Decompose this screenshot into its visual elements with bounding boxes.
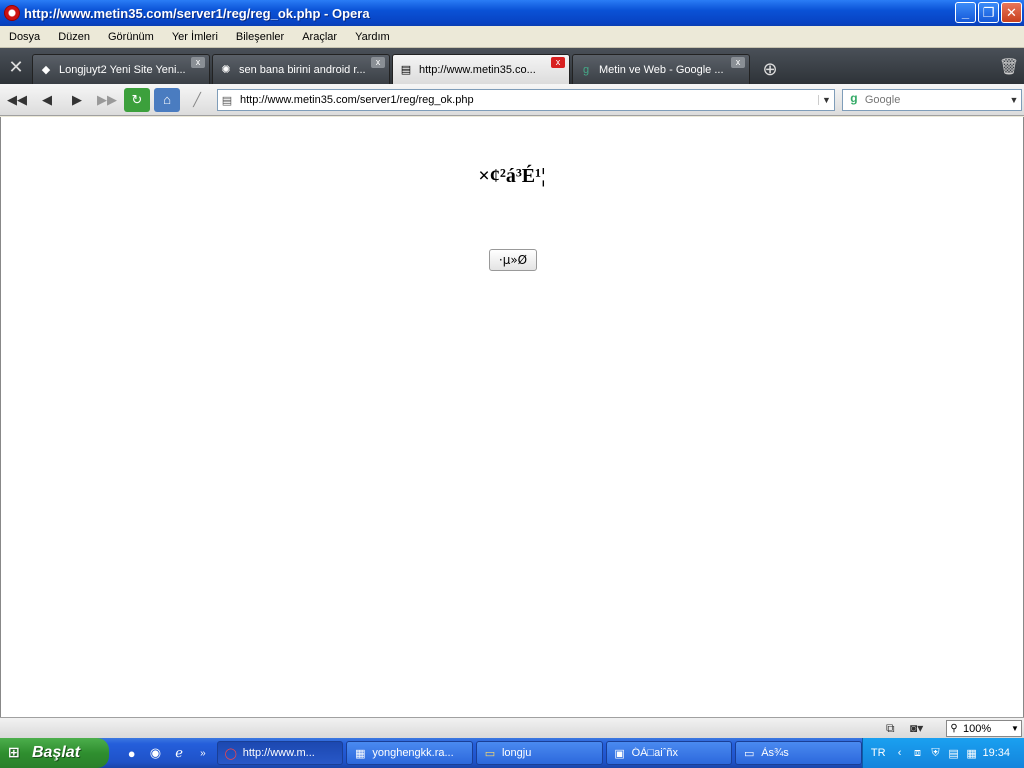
- volume-icon[interactable]: ▦: [964, 745, 980, 761]
- zoom-control[interactable]: ⚲ 100% ▼: [946, 720, 1022, 737]
- page-icon: ▤: [400, 64, 412, 76]
- trash-icon[interactable]: 🗑: [994, 50, 1024, 84]
- folder-icon: ▭: [484, 747, 496, 760]
- tab-label: Longjuyt2 Yeni Site Yeni...: [59, 63, 186, 76]
- firefox-icon[interactable]: ●: [121, 742, 143, 764]
- bug-icon: ✺: [221, 64, 231, 76]
- taskbar-item-label: longju: [501, 747, 532, 759]
- magnifier-icon: ⚲: [950, 723, 958, 734]
- back-button[interactable]: ·µ»Ø: [489, 249, 537, 271]
- reload-icon[interactable]: ↻: [124, 87, 150, 112]
- speed-dial-icon[interactable]: ⧉: [886, 721, 895, 736]
- taskbar-item-label: ÓÀ□aiˆñx: [631, 747, 678, 759]
- tab-google[interactable]: g Metin ve Web - Google ... x: [572, 54, 750, 84]
- fast-forward-icon[interactable]: ▶▶: [94, 88, 120, 112]
- new-tab-plus-icon[interactable]: ⊕: [752, 54, 788, 84]
- rewind-icon[interactable]: ◀◀: [4, 88, 30, 112]
- opera-icon: ◯: [224, 747, 237, 760]
- taskbar-item-game[interactable]: ▣ ÓÀ□aiˆñx: [605, 741, 733, 765]
- tab-metin35[interactable]: ▤ http://www.metin35.co... x: [392, 54, 570, 84]
- start-label: Başlat: [32, 744, 81, 761]
- status-bar: ⧉ ◙▾ ⚲ 100% ▼: [0, 717, 1024, 738]
- taskbar-item-rar[interactable]: ▦ yonghengkk.ra...: [346, 741, 473, 765]
- page-heading: ×¢²á³É¹¦: [478, 165, 546, 187]
- browser-icon[interactable]: ◉: [145, 742, 167, 764]
- taskbar: ⊞ Başlat ● ◉ ℯ » ◯ http://www.m... ▦ yon…: [0, 738, 1024, 768]
- chevron-down-icon[interactable]: ▼: [1007, 95, 1021, 105]
- menu-gorunum[interactable]: Görünüm: [99, 31, 163, 43]
- menu-araclar[interactable]: Araçlar: [293, 31, 346, 43]
- zoom-value: 100%: [963, 722, 992, 735]
- search-input[interactable]: [864, 94, 1007, 106]
- wand-icon[interactable]: ╱: [184, 88, 210, 112]
- opera-logo-icon: [4, 5, 20, 21]
- chevron-right-icon[interactable]: »: [192, 742, 214, 764]
- tab-close-icon[interactable]: x: [551, 57, 565, 68]
- system-tray: TR ‹ ⧈ ⛨ ▤ ▦ 19:34: [861, 738, 1024, 768]
- search-box[interactable]: g ▼: [842, 89, 1022, 111]
- tools-icon[interactable]: ✕: [0, 50, 32, 84]
- address-bar[interactable]: ▤ ▼: [217, 89, 835, 111]
- diamond-icon: ◆: [41, 64, 51, 76]
- google-icon: g: [582, 63, 590, 76]
- game-icon: ▣: [614, 747, 625, 760]
- back-arrow-icon[interactable]: ◀: [34, 88, 60, 112]
- chevron-down-icon[interactable]: ▼: [1009, 724, 1021, 733]
- network-icon[interactable]: ⧈: [910, 745, 926, 761]
- taskbar-item-window[interactable]: ▭ Às¾s: [735, 741, 862, 765]
- archive-icon: ▦: [355, 747, 366, 760]
- monitor-icon[interactable]: ▤: [946, 745, 962, 761]
- menu-yardim[interactable]: Yardım: [346, 31, 399, 43]
- tab-label: Metin ve Web - Google ...: [599, 63, 724, 76]
- taskbar-item-folder[interactable]: ▭ longju: [475, 741, 603, 765]
- tab-close-icon[interactable]: x: [731, 57, 745, 68]
- language-indicator[interactable]: TR: [871, 747, 886, 759]
- taskbar-item-label: http://www.m...: [242, 747, 315, 759]
- menu-yer-imleri[interactable]: Yer İmleri: [163, 31, 227, 43]
- tab-close-icon[interactable]: x: [191, 57, 205, 68]
- taskbar-item-label: yonghengkk.ra...: [372, 747, 454, 759]
- window-controls: _ ❐ ✕: [955, 2, 1022, 23]
- navigation-toolbar: ◀◀ ◀ ▶ ▶▶ ↻ ⌂ ╱ ▤ ▼ g ▼: [0, 84, 1024, 116]
- close-button[interactable]: ✕: [1001, 2, 1022, 23]
- google-icon[interactable]: g: [846, 91, 862, 109]
- page-content: ×¢²á³É¹¦ ·µ»Ø: [0, 117, 1024, 717]
- window-titlebar[interactable]: http://www.metin35.com/server1/reg/reg_o…: [0, 0, 1024, 26]
- menu-dosya[interactable]: Dosya: [0, 31, 49, 43]
- ie-icon[interactable]: ℯ: [168, 742, 190, 764]
- minimize-button[interactable]: _: [955, 2, 976, 23]
- security-icon[interactable]: ⛨: [928, 745, 944, 761]
- window-title: http://www.metin35.com/server1/reg/reg_o…: [24, 5, 370, 21]
- chevron-down-icon[interactable]: ▼: [818, 95, 834, 105]
- page-icon: ▤: [221, 94, 233, 107]
- taskbar-item-opera[interactable]: ◯ http://www.m...: [216, 741, 344, 765]
- clock: 19:34: [982, 747, 1010, 759]
- menu-duzen[interactable]: Düzen: [49, 31, 99, 43]
- start-button[interactable]: ⊞ Başlat: [0, 738, 109, 768]
- chevron-left-icon[interactable]: ‹: [892, 745, 908, 761]
- address-input[interactable]: [236, 94, 818, 106]
- tab-close-icon[interactable]: x: [371, 57, 385, 68]
- camera-icon[interactable]: ◙▾: [910, 721, 923, 735]
- tab-label: http://www.metin35.co...: [419, 63, 536, 76]
- restore-button[interactable]: ❐: [978, 2, 999, 23]
- home-icon[interactable]: ⌂: [154, 87, 180, 112]
- windows-flag-icon: ⊞: [8, 744, 20, 760]
- taskbar-item-label: Às¾s: [761, 747, 789, 759]
- tab-longjuyt2[interactable]: ◆ Longjuyt2 Yeni Site Yeni... x: [32, 54, 210, 84]
- tab-bar: ✕ ◆ Longjuyt2 Yeni Site Yeni... x ✺ sen …: [0, 48, 1024, 84]
- window-icon: ▭: [744, 747, 755, 760]
- forward-arrow-icon[interactable]: ▶: [64, 88, 90, 112]
- menu-bilesenler[interactable]: Bileşenler: [227, 31, 293, 43]
- menu-bar: Dosya Düzen Görünüm Yer İmleri Bileşenle…: [0, 26, 1024, 48]
- tab-label: sen bana birini android r...: [239, 63, 366, 76]
- tab-android[interactable]: ✺ sen bana birini android r... x: [212, 54, 390, 84]
